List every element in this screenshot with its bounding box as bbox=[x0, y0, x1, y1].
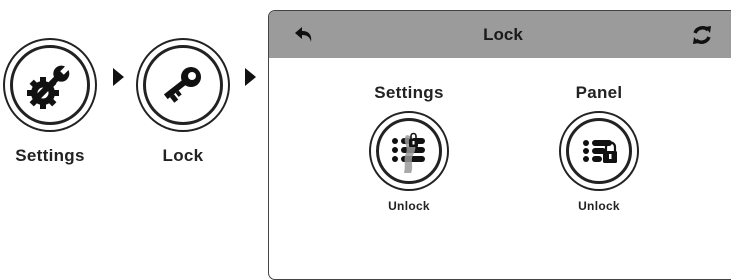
back-button[interactable] bbox=[291, 22, 317, 48]
nav-step-lock[interactable]: Lock bbox=[136, 38, 230, 166]
lock-ring-inner bbox=[143, 45, 223, 125]
panel-unlock-ring bbox=[566, 118, 632, 184]
option-caption-panel: Unlock bbox=[578, 199, 620, 213]
refresh-icon bbox=[693, 25, 711, 44]
nav-step-settings[interactable]: Settings bbox=[3, 38, 97, 166]
lock-screen-panel: Lock Settings Unlock Panel Unlock bbox=[268, 10, 731, 280]
key-icon bbox=[163, 67, 201, 103]
refresh-button[interactable] bbox=[689, 22, 715, 48]
next-arrow-icon bbox=[245, 68, 256, 86]
panel-unlock-option[interactable]: Panel Unlock bbox=[559, 83, 639, 213]
settings-ring bbox=[3, 38, 97, 132]
step-label-lock: Lock bbox=[162, 146, 204, 165]
option-caption-settings: Unlock bbox=[388, 199, 430, 213]
next-arrow-icon bbox=[113, 68, 124, 86]
panel-unlock-button[interactable] bbox=[559, 111, 639, 191]
settings-unlock-button[interactable] bbox=[369, 111, 449, 191]
wrench-gear-icon bbox=[27, 64, 71, 109]
panel-lock-icon bbox=[583, 140, 617, 163]
settings-lock-icon bbox=[392, 132, 425, 173]
back-arrow-icon bbox=[295, 26, 312, 42]
page-title: Lock bbox=[483, 24, 523, 44]
option-title-panel: Panel bbox=[575, 83, 623, 102]
option-title-settings: Settings bbox=[374, 83, 444, 102]
lock-ring bbox=[136, 38, 230, 132]
title-bar: Lock bbox=[269, 11, 731, 58]
step-label-settings: Settings bbox=[15, 146, 85, 165]
settings-unlock-option[interactable]: Settings Unlock bbox=[369, 83, 449, 213]
settings-ring-inner bbox=[10, 45, 90, 125]
settings-unlock-ring bbox=[376, 118, 442, 184]
